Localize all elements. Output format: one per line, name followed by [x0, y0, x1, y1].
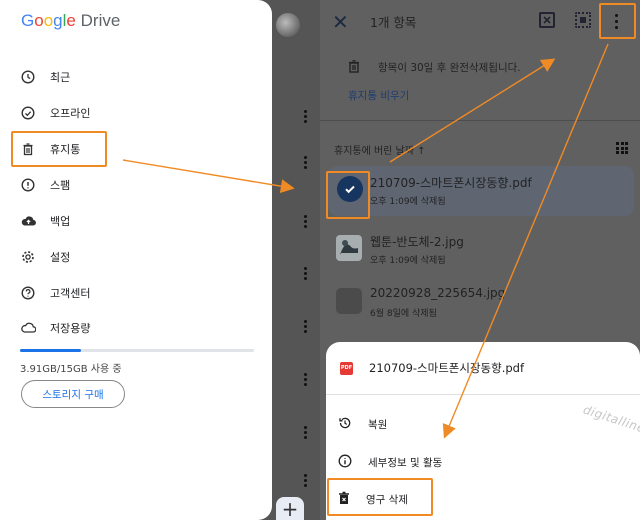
file-row-selected[interactable]: 210709-스마트폰시장동향.pdf 오후 1:09에 삭제됨: [328, 166, 634, 216]
clock-icon: [20, 69, 36, 85]
menu-item-spam[interactable]: 스팸: [20, 173, 70, 197]
sheet-file-header: PDF 210709-스마트폰시장동향.pdf: [340, 360, 524, 376]
sort-arrow-icon: ↑: [417, 146, 426, 157]
more-icon[interactable]: [298, 211, 312, 231]
highlight-trash-menu: [11, 131, 107, 167]
action-label: 세부정보 및 활동: [368, 457, 443, 469]
navigation-drawer: Google Drive 최근 오프라인 휴지통 스팸 백업 설정 고객센터 저…: [0, 0, 272, 520]
file-name: 210709-스마트폰시장동향.pdf: [370, 176, 532, 190]
more-icon[interactable]: [298, 422, 312, 442]
divider: [320, 120, 640, 121]
menu-item-storage[interactable]: 저장용량: [20, 316, 90, 340]
highlight-more-menu: [599, 3, 636, 39]
restore-icon: [338, 415, 352, 434]
file-deleted-time: 오후 1:09에 삭제됨: [370, 197, 446, 207]
file-row[interactable]: 웹툰-반도체-2.jpg 오후 1:09에 삭제됨: [328, 225, 634, 275]
buy-storage-button[interactable]: 스토리지 구매: [21, 380, 125, 408]
trash-notice-text: 항목이 30일 후 완전삭제됩니다.: [378, 62, 521, 74]
menu-item-backup[interactable]: 백업: [20, 209, 70, 233]
menu-item-label: 백업: [50, 215, 71, 228]
fab-add-button[interactable]: +: [276, 497, 304, 520]
more-icon[interactable]: [298, 369, 312, 389]
file-deleted-time: 오후 1:09에 삭제됨: [370, 256, 446, 266]
highlight-delete-forever: [327, 478, 433, 516]
more-icon[interactable]: [298, 106, 312, 126]
restore-action[interactable]: 복원: [338, 415, 387, 434]
sheet-file-name: 210709-스마트폰시장동향.pdf: [369, 361, 524, 375]
clear-box-icon[interactable]: [539, 12, 555, 28]
sort-label: 휴지통에 버린 날짜: [334, 146, 414, 157]
selection-count-title: 1개 항목: [370, 15, 417, 30]
trash-icon: [348, 58, 360, 77]
logo-drive: Drive: [80, 11, 121, 30]
file-deleted-time: 6월 8일에 삭제됨: [370, 309, 437, 319]
menu-item-label: 최근: [50, 71, 71, 84]
file-row[interactable]: 20220928_225654.jpg 6월 8일에 삭제됨: [328, 278, 634, 328]
screenshot-root: + Google Drive 최근 오프라인 휴지통 스팸 백업 설정 고객센터…: [0, 0, 640, 520]
menu-item-label: 스팸: [50, 179, 71, 192]
more-icon[interactable]: [298, 470, 312, 490]
empty-trash-link[interactable]: 휴지통 비우기: [348, 88, 409, 103]
spam-icon: [20, 177, 36, 193]
divider: [326, 394, 640, 395]
storage-progress-bar: [20, 349, 254, 352]
right-panel: ✕ 1개 항목 항목이 30일 후 완전삭제됩니다. 휴지통 비우기 휴지통에 …: [320, 0, 640, 520]
menu-item-offline[interactable]: 오프라인: [20, 101, 90, 125]
logo-google: Google: [21, 11, 76, 30]
avatar[interactable]: [276, 13, 300, 37]
menu-item-help[interactable]: 고객센터: [20, 281, 90, 305]
select-all-icon[interactable]: [575, 12, 591, 28]
image-thumbnail: [336, 235, 362, 261]
image-thumbnail: [336, 288, 362, 314]
backup-icon: [20, 213, 36, 229]
more-icon[interactable]: [298, 263, 312, 283]
menu-item-label: 설정: [50, 251, 71, 264]
left-panel: + Google Drive 최근 오프라인 휴지통 스팸 백업 설정 고객센터…: [0, 0, 320, 520]
selection-toolbar: ✕ 1개 항목: [320, 0, 640, 44]
menu-item-settings[interactable]: 설정: [20, 245, 70, 269]
trash-notice: 항목이 30일 후 완전삭제됩니다.: [348, 58, 521, 77]
action-label: 복원: [368, 419, 388, 431]
help-icon: [20, 285, 36, 301]
pdf-icon: PDF: [340, 361, 353, 375]
menu-item-label: 저장용량: [50, 322, 91, 335]
close-icon[interactable]: ✕: [332, 10, 349, 34]
more-icon[interactable]: [298, 316, 312, 336]
grid-view-icon[interactable]: [616, 142, 628, 154]
google-drive-logo: Google Drive: [21, 11, 120, 31]
highlight-checkbox: [326, 171, 370, 219]
file-name: 웹툰-반도체-2.jpg: [370, 235, 464, 249]
menu-item-recent[interactable]: 최근: [20, 65, 70, 89]
storage-usage-text: 3.91GB/15GB 사용 중: [20, 364, 122, 375]
storage-progress-fill: [20, 349, 81, 352]
gear-icon: [20, 249, 36, 265]
file-name: 20220928_225654.jpg: [370, 286, 506, 300]
more-icon[interactable]: [298, 152, 312, 172]
info-icon: [338, 453, 352, 472]
menu-item-label: 오프라인: [50, 107, 91, 120]
sort-control[interactable]: 휴지통에 버린 날짜 ↑: [334, 142, 426, 157]
menu-item-label: 고객센터: [50, 287, 91, 300]
details-action[interactable]: 세부정보 및 활동: [338, 453, 442, 472]
cloud-icon: [20, 320, 36, 336]
offline-icon: [20, 105, 36, 121]
